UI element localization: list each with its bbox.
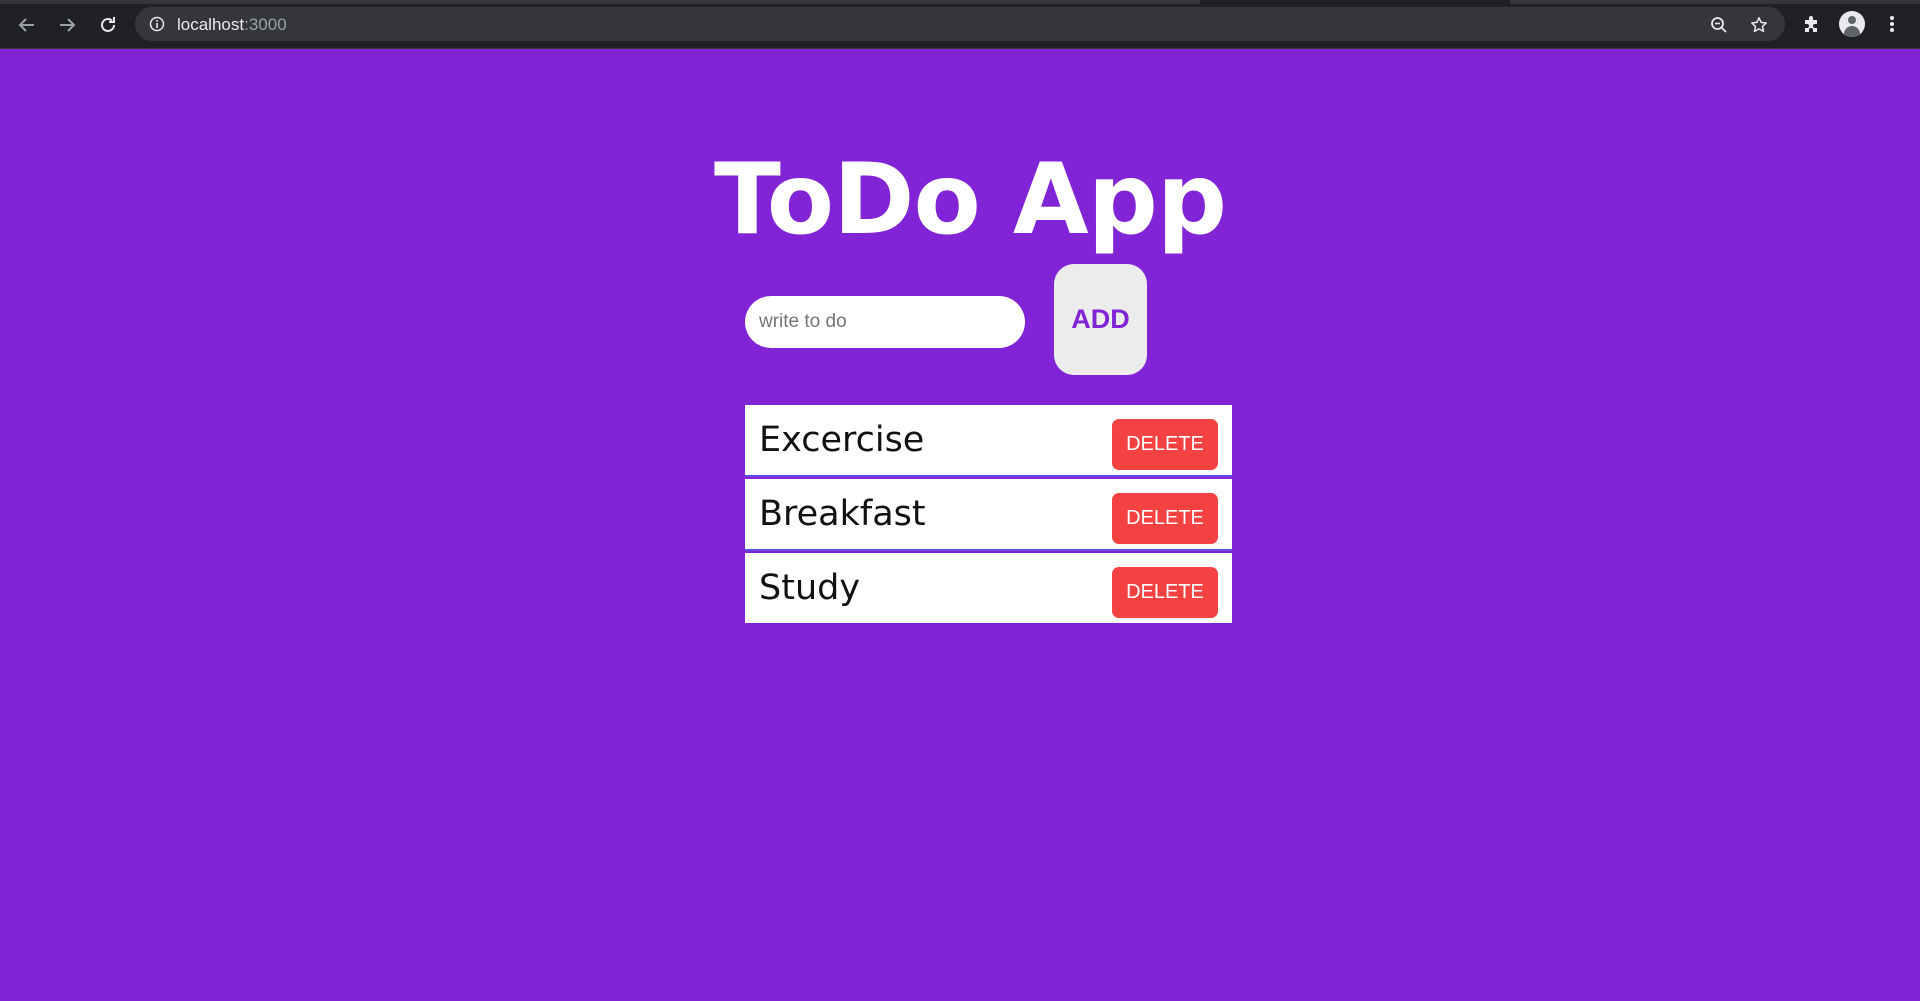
- todo-input[interactable]: [745, 296, 1025, 348]
- puzzle-icon[interactable]: [1800, 12, 1824, 36]
- todo-item-text: Breakfast: [759, 494, 926, 534]
- todo-list: Excercise DELETE Breakfast DELETE Study …: [745, 405, 1232, 623]
- page-title: ToDo App: [713, 142, 1227, 257]
- info-icon[interactable]: [149, 16, 165, 37]
- todo-item: Breakfast DELETE: [745, 479, 1232, 551]
- avatar[interactable]: [1839, 11, 1865, 37]
- delete-button[interactable]: DELETE: [1112, 567, 1218, 618]
- delete-button[interactable]: DELETE: [1112, 419, 1218, 470]
- todo-item: Excercise DELETE: [745, 405, 1232, 477]
- star-icon[interactable]: [1750, 16, 1768, 34]
- reload-icon[interactable]: [95, 12, 121, 38]
- browser-toolbar: localhost:3000: [0, 0, 1920, 49]
- todo-item: Study DELETE: [745, 553, 1232, 623]
- url-host: localhost: [177, 15, 245, 34]
- zoom-out-icon[interactable]: [1710, 16, 1728, 34]
- app-page: ToDo App ADD Excercise DELETE Breakfast …: [0, 49, 1920, 1001]
- url-text[interactable]: localhost:3000: [177, 15, 287, 35]
- kebab-menu-icon[interactable]: [1880, 12, 1904, 36]
- address-bar[interactable]: localhost:3000: [135, 7, 1785, 41]
- forward-arrow-icon[interactable]: [54, 12, 80, 38]
- todo-item-text: Study: [759, 568, 861, 608]
- url-port: :3000: [244, 15, 287, 34]
- delete-button[interactable]: DELETE: [1112, 493, 1218, 544]
- add-button[interactable]: ADD: [1054, 264, 1147, 375]
- todo-item-text: Excercise: [759, 420, 925, 460]
- tab-strip-edge: [0, 0, 1920, 4]
- back-arrow-icon[interactable]: [14, 12, 40, 38]
